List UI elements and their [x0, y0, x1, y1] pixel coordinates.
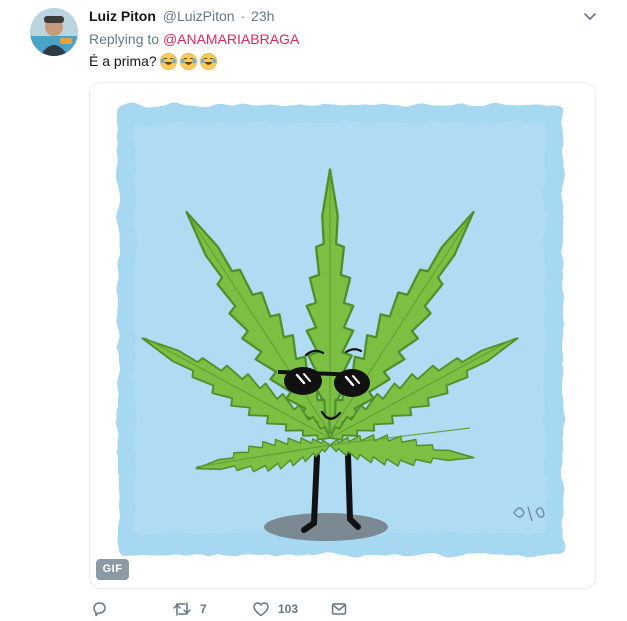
tweet-media-gif[interactable]: [89, 82, 596, 589]
separator-dot: ·: [240, 8, 246, 24]
more-options-button[interactable]: [579, 6, 601, 26]
replying-to-line: Replying to @ANAMARIABRAGA: [89, 30, 299, 48]
tears-of-joy-emoji: [179, 52, 197, 70]
reply-icon: [93, 602, 106, 617]
tweet-text: É a prima?: [89, 51, 217, 71]
retweet-button[interactable]: 7: [172, 598, 207, 620]
replying-prefix: Replying to: [89, 31, 160, 47]
tears-of-joy-emoji: [159, 52, 177, 70]
tweet-text-content: É a prima?: [89, 53, 157, 69]
tears-of-joy-emoji: [199, 52, 217, 70]
tweet-timestamp[interactable]: 23h: [251, 8, 274, 24]
like-button[interactable]: 103: [252, 598, 298, 620]
avatar[interactable]: [30, 8, 78, 56]
tweet-header: Luiz Piton @LuizPiton · 23h: [89, 6, 587, 26]
message-icon: [331, 603, 347, 615]
reply-button[interactable]: [90, 598, 108, 620]
like-count: 103: [278, 602, 299, 616]
gif-badge: GIF: [96, 559, 129, 580]
direct-message-button[interactable]: [330, 598, 348, 620]
retweet-count: 7: [200, 602, 207, 616]
avatar-image: [30, 8, 78, 56]
author-name[interactable]: Luiz Piton: [89, 8, 156, 24]
replying-to-link[interactable]: @ANAMARIABRAGA: [163, 31, 299, 47]
chevron-down-icon: [584, 13, 596, 20]
retweet-icon: [173, 602, 191, 616]
like-icon: [253, 602, 269, 617]
cannabis-leaf-illustration: [90, 83, 595, 588]
tweet-actions: 7 103: [90, 598, 490, 620]
author-handle[interactable]: @LuizPiton: [163, 8, 235, 24]
